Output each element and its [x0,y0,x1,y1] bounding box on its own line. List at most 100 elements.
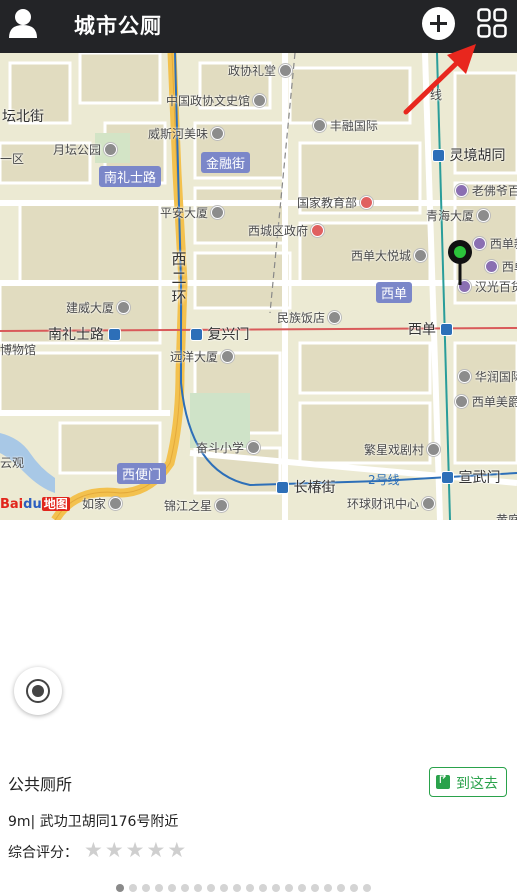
poi-icon [485,260,498,273]
poi-label[interactable]: 灵境胡同 [432,145,505,165]
poi-icon [427,443,441,456]
page-dot[interactable] [142,884,150,892]
page-dot[interactable] [233,884,241,892]
poi-icon [414,249,428,262]
line-label: 线 [430,88,443,102]
page-dot[interactable] [168,884,176,892]
area-tag[interactable]: 西便门 [117,463,167,484]
poi-icon [311,224,325,237]
page-indicator [116,877,376,892]
poi-icon [422,497,436,510]
poi-label[interactable]: 锦江之星 [164,497,229,514]
poi-label[interactable]: 西单美爵 [452,393,517,410]
poi-label[interactable]: 政协礼堂 [228,62,293,79]
poi-label[interactable]: 平安大厦 [160,204,225,221]
user-icon[interactable] [8,7,38,39]
poi-icon [104,143,118,156]
page-dot[interactable] [298,884,306,892]
area-label: 黄庭 [496,513,517,520]
page-dot[interactable] [116,884,124,892]
rating-label: 综合评分： [8,845,78,861]
star-icon[interactable]: ★ [146,838,165,862]
poi-label[interactable]: 西单大悦城 [351,247,428,264]
poi-label[interactable]: 丰融国际 [310,117,378,134]
road-label: 南礼士路 [48,324,122,344]
area-tag[interactable]: 金融街 [201,152,251,173]
poi-label[interactable]: 西单明 [482,258,517,275]
subway-icon [190,328,203,341]
poi-label[interactable]: 国家教育部 [297,194,374,211]
poi-icon [477,209,491,222]
subway-icon [108,328,122,341]
road-label: 复兴门 [190,324,249,344]
location-pin-icon[interactable] [446,239,474,289]
poi-icon [313,119,326,132]
poi-icon [455,184,468,197]
poi-icon [117,301,131,314]
page-dot[interactable] [311,884,319,892]
page-dot[interactable] [337,884,345,892]
ring-road-char: 环 [171,288,187,306]
page-dot[interactable] [285,884,293,892]
area-tag[interactable]: 南礼士路 [99,166,162,187]
poi-icon [279,64,293,77]
navigate-button[interactable]: 到这去 [429,767,507,797]
subway-icon [432,149,445,162]
page-dot[interactable] [272,884,280,892]
page-dot[interactable] [194,884,202,892]
poi-label[interactable]: 建威大厦 [66,299,131,316]
poi-icon [215,499,229,512]
poi-label[interactable]: 民族饭店 [277,309,342,326]
poi-icon [109,497,123,510]
poi-icon [253,94,267,107]
poi-label[interactable]: 繁星戏剧村 [364,441,441,458]
ring-road-char: 西 [171,250,187,268]
locate-button[interactable] [14,667,62,715]
star-icon[interactable]: ★ [84,838,103,862]
line-label: 2号线 [368,473,400,487]
page-dot[interactable] [155,884,163,892]
area-tag[interactable]: 西单 [376,282,413,303]
plus-icon[interactable] [422,7,455,40]
poi-label[interactable]: 西单新 [470,235,517,252]
poi-label[interactable]: 老佛爷百 [452,182,517,199]
map-view[interactable]: 西 二 环 南礼士路 金融街 西单 西便门 南礼士路 复兴门 西单 长椿街 宣武… [0,53,517,520]
rating-stars[interactable]: ★★★★★ [84,838,188,862]
page-dot[interactable] [207,884,215,892]
page-dot[interactable] [220,884,228,892]
baidu-logo: Baidu 地图 [0,497,70,512]
page-dot[interactable] [350,884,358,892]
poi-label[interactable]: 青海大厦 [426,207,491,224]
star-icon[interactable]: ★ [105,838,124,862]
poi-label[interactable]: 西城区政府 [248,222,325,239]
poi-label[interactable]: 威斯河美味 [148,125,225,142]
road-label: 宣武门 [441,467,500,487]
page-dot[interactable] [246,884,254,892]
grid-icon[interactable] [477,8,507,38]
poi-label[interactable]: 奋斗小学 [196,439,261,456]
poi-label[interactable]: 如家 [82,495,123,512]
road-label: 长椿街 [276,477,335,497]
page-dot[interactable] [181,884,189,892]
app-header: 城市公厕 [0,0,517,53]
place-title: 公共厕所 [8,775,73,794]
poi-icon [211,206,225,219]
poi-label[interactable]: 中国政协文史馆 [166,92,267,109]
star-icon[interactable]: ★ [167,838,186,862]
route-icon [436,772,450,789]
page-dot[interactable] [259,884,267,892]
poi-label[interactable]: 华润国际 [455,368,517,385]
page-dot[interactable] [324,884,332,892]
poi-icon [360,196,374,209]
poi-label[interactable]: 远洋大厦 [170,348,235,365]
subway-icon [441,471,454,484]
page-title: 城市公厕 [74,14,162,38]
poi-label[interactable]: 月坛公园 [53,141,118,158]
subway-icon [440,323,454,336]
poi-icon [211,127,225,140]
page-dot[interactable] [363,884,371,892]
poi-label[interactable]: 环球财讯中心 [347,495,436,512]
page-dot[interactable] [129,884,137,892]
poi-icon [247,441,261,454]
star-icon[interactable]: ★ [126,838,145,862]
